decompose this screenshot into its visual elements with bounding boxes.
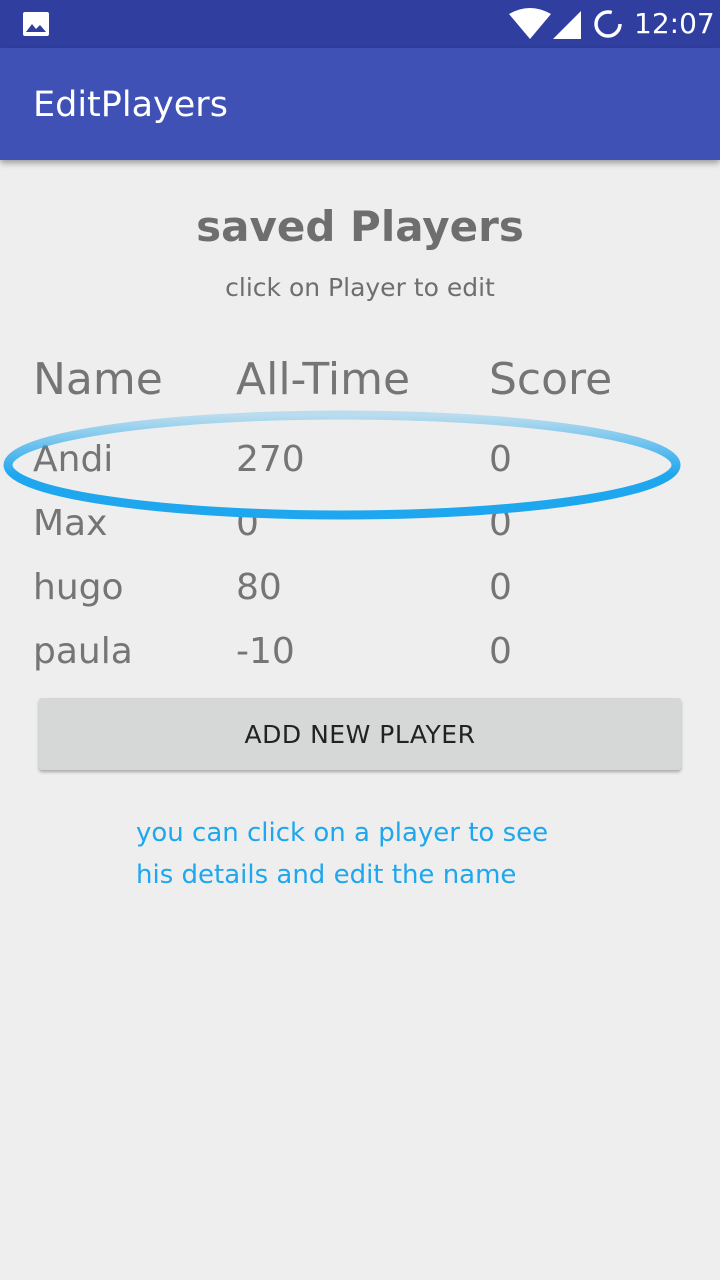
player-score: 0 <box>489 503 512 544</box>
player-score: 0 <box>489 439 512 480</box>
status-clock: 12:07 <box>634 7 715 40</box>
sync-icon <box>594 10 622 38</box>
hint-line-2: his details and edit the name <box>136 860 517 890</box>
player-name: hugo <box>33 567 124 608</box>
player-all-time: 80 <box>236 567 282 608</box>
player-name: Andi <box>33 439 114 480</box>
players-table: Name All-Time Score Andi 270 0 Max 0 0 h… <box>33 352 693 684</box>
add-new-player-button[interactable]: ADD NEW PLAYER <box>39 698 681 770</box>
header-all-time: All-Time <box>236 354 411 405</box>
player-name: Max <box>33 503 108 544</box>
app-bar: EditPlayers <box>0 48 720 160</box>
image-icon <box>23 12 49 36</box>
signal-icon <box>553 11 581 39</box>
table-row[interactable]: paula -10 0 <box>33 620 693 684</box>
player-all-time: 0 <box>236 503 259 544</box>
player-all-time: -10 <box>236 631 295 672</box>
hint-line-1: you can click on a player to see <box>136 818 549 848</box>
player-all-time: 270 <box>236 439 305 480</box>
player-score: 0 <box>489 631 512 672</box>
table-header: Name All-Time Score <box>33 352 693 428</box>
app-title: EditPlayers <box>33 85 228 125</box>
table-row[interactable]: Max 0 0 <box>33 492 693 556</box>
wifi-icon <box>509 8 551 39</box>
header-score: Score <box>489 354 613 405</box>
player-score: 0 <box>489 567 512 608</box>
player-name: paula <box>33 631 133 672</box>
hint-annotation: you can click on a player to see his det… <box>136 812 676 896</box>
page-subtitle: click on Player to edit <box>225 273 495 302</box>
table-row[interactable]: hugo 80 0 <box>33 556 693 620</box>
page-title: saved Players <box>196 202 524 251</box>
status-bar: 12:07 <box>0 0 720 48</box>
header-name: Name <box>33 354 163 405</box>
table-row[interactable]: Andi 270 0 <box>33 428 693 492</box>
